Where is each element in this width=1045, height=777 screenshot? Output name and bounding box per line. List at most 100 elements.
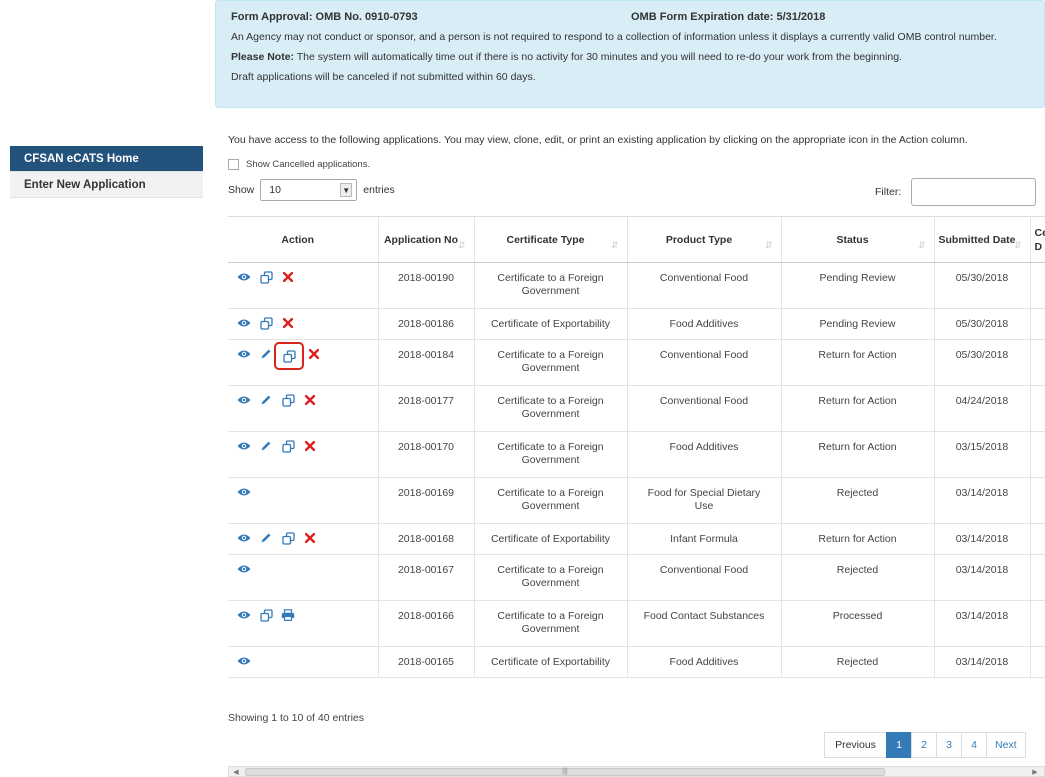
table-row: 2018-00166 Certificate to a Foreign Gover… <box>228 600 1045 647</box>
sidebar-item-new-application[interactable]: Enter New Application <box>10 172 203 198</box>
table-row: 2018-00165 Certificate of Exportability Fo… <box>228 646 1045 678</box>
delete-x-icon[interactable] <box>280 269 296 285</box>
clone-icon[interactable] <box>258 269 274 285</box>
pager-page-4[interactable]: 4 <box>961 732 987 758</box>
submitted-date-cell: 05/30/2018 <box>934 339 1031 386</box>
show-label: Show <box>228 184 255 196</box>
show-cancelled-toggle[interactable]: Show Cancelled applications. <box>228 159 370 170</box>
application-no-cell: 2018-00186 <box>378 308 475 340</box>
pencil-icon[interactable] <box>258 530 274 546</box>
sidebar-item-home[interactable]: CFSAN eCATS Home <box>10 146 203 172</box>
certificate-type-cell: Certificate of Exportability <box>474 523 628 555</box>
product-type-cell: Conventional Food <box>627 385 782 432</box>
eye-icon[interactable] <box>236 315 252 331</box>
delete-x-icon[interactable] <box>302 392 318 408</box>
status-cell: Rejected <box>781 554 935 601</box>
status-cell: Return for Action <box>781 339 935 386</box>
application-no-cell: 2018-00177 <box>378 385 475 432</box>
certificate-type-cell: Certificate to a Foreign Government <box>474 477 628 524</box>
pencil-icon[interactable] <box>258 438 274 454</box>
col-status[interactable]: Status ⇵ <box>781 216 935 263</box>
eye-icon[interactable] <box>236 530 252 546</box>
filter-input[interactable] <box>911 178 1037 206</box>
entries-select[interactable]: 10 ▼ <box>260 179 358 201</box>
product-type-cell: Food Additives <box>627 646 782 678</box>
certificate-type-cell: Certificate to a Foreign Government <box>474 554 628 601</box>
clone-icon[interactable] <box>258 607 274 623</box>
action-cell <box>228 523 379 555</box>
col-action[interactable]: Action <box>228 216 379 263</box>
pager-page-2[interactable]: 2 <box>911 732 937 758</box>
eye-icon[interactable] <box>236 392 252 408</box>
eye-icon[interactable] <box>236 484 252 500</box>
certificate-type-cell: Certificate of Exportability <box>474 308 628 340</box>
pager-page-1[interactable]: 1 <box>886 732 912 758</box>
col-cut-off[interactable]: Ce D <box>1030 216 1045 263</box>
delete-x-icon[interactable] <box>302 438 318 454</box>
omb-approval: Form Approval: OMB No. 0910-0793 <box>231 11 418 23</box>
pager-page-3[interactable]: 3 <box>936 732 962 758</box>
action-cell <box>228 431 379 478</box>
eye-icon[interactable] <box>236 561 252 577</box>
table-row: 2018-00190 Certificate to a Foreign Gover… <box>228 262 1045 309</box>
status-cell: Rejected <box>781 477 935 524</box>
delete-x-icon[interactable] <box>306 346 322 362</box>
pencil-icon[interactable] <box>258 392 274 408</box>
cut-off-cell <box>1030 431 1045 478</box>
status-cell: Rejected <box>781 646 935 678</box>
scrollbar-thumb[interactable]: ||| <box>245 767 885 776</box>
eye-icon[interactable] <box>236 607 252 623</box>
horizontal-scrollbar[interactable]: ◀ ||| ▶ <box>228 766 1045 777</box>
pager-next[interactable]: Next <box>986 732 1026 758</box>
eye-icon[interactable] <box>236 438 252 454</box>
application-no-cell: 2018-00165 <box>378 646 475 678</box>
clone-icon[interactable] <box>280 530 296 546</box>
submitted-date-cell: 03/14/2018 <box>934 523 1031 555</box>
cut-off-cell <box>1030 554 1045 601</box>
show-cancelled-checkbox[interactable] <box>228 159 239 170</box>
delete-x-icon[interactable] <box>302 530 318 546</box>
notice-line3: Draft applications will be canceled if n… <box>231 71 536 83</box>
col-application-no[interactable]: Application No ⇵ <box>378 216 475 263</box>
application-no-cell: 2018-00184 <box>378 339 475 386</box>
cut-off-cell <box>1030 339 1045 386</box>
cut-off-cell <box>1030 523 1045 555</box>
scroll-left-icon[interactable]: ◀ <box>229 767 243 776</box>
action-cell <box>228 339 379 386</box>
filter: Filter: <box>875 178 1037 206</box>
application-no-cell: 2018-00190 <box>378 262 475 309</box>
pagination: Previous 1 2 3 4 Next <box>824 732 1026 758</box>
notice-line1: An Agency may not conduct or sponsor, an… <box>231 31 997 43</box>
omb-notice: Form Approval: OMB No. 0910-0793 OMB For… <box>215 0 1045 108</box>
clone-icon-highlighted[interactable] <box>274 342 304 370</box>
print-icon[interactable] <box>280 607 296 623</box>
entries-value: 10 <box>269 184 281 196</box>
clone-icon[interactable] <box>258 315 274 331</box>
eye-icon[interactable] <box>236 346 252 362</box>
table-row: 2018-00170 Certificate to a Foreign Gover… <box>228 431 1045 478</box>
eye-icon[interactable] <box>236 653 252 669</box>
clone-icon[interactable] <box>280 392 296 408</box>
submitted-date-cell: 03/14/2018 <box>934 554 1031 601</box>
delete-x-icon[interactable] <box>280 315 296 331</box>
col-submitted-date[interactable]: Submitted Date ⇵ <box>934 216 1031 263</box>
certificate-type-cell: Certificate to a Foreign Government <box>474 600 628 647</box>
application-no-cell: 2018-00170 <box>378 431 475 478</box>
submitted-date-cell: 04/24/2018 <box>934 385 1031 432</box>
table-row: 2018-00184 Certificate to a Foreign Gover… <box>228 339 1045 386</box>
note-label: Please Note: <box>231 51 295 63</box>
notice-line2: Please Note: The system will automatical… <box>231 51 1029 63</box>
product-type-cell: Food Additives <box>627 308 782 340</box>
chevron-down-icon: ▼ <box>340 183 353 197</box>
clone-icon[interactable] <box>280 438 296 454</box>
col-product-type[interactable]: Product Type ⇵ <box>627 216 782 263</box>
pager-previous[interactable]: Previous <box>824 732 887 758</box>
sort-icon: ⇵ <box>457 240 466 250</box>
product-type-cell: Food for Special Dietary Use <box>627 477 782 524</box>
cut-off-cell <box>1030 646 1045 678</box>
eye-icon[interactable] <box>236 269 252 285</box>
pencil-icon[interactable] <box>258 346 274 362</box>
certificate-type-cell: Certificate to a Foreign Government <box>474 431 628 478</box>
scroll-right-icon[interactable]: ▶ <box>1028 767 1042 776</box>
col-certificate-type[interactable]: Certificate Type ⇵ <box>474 216 628 263</box>
